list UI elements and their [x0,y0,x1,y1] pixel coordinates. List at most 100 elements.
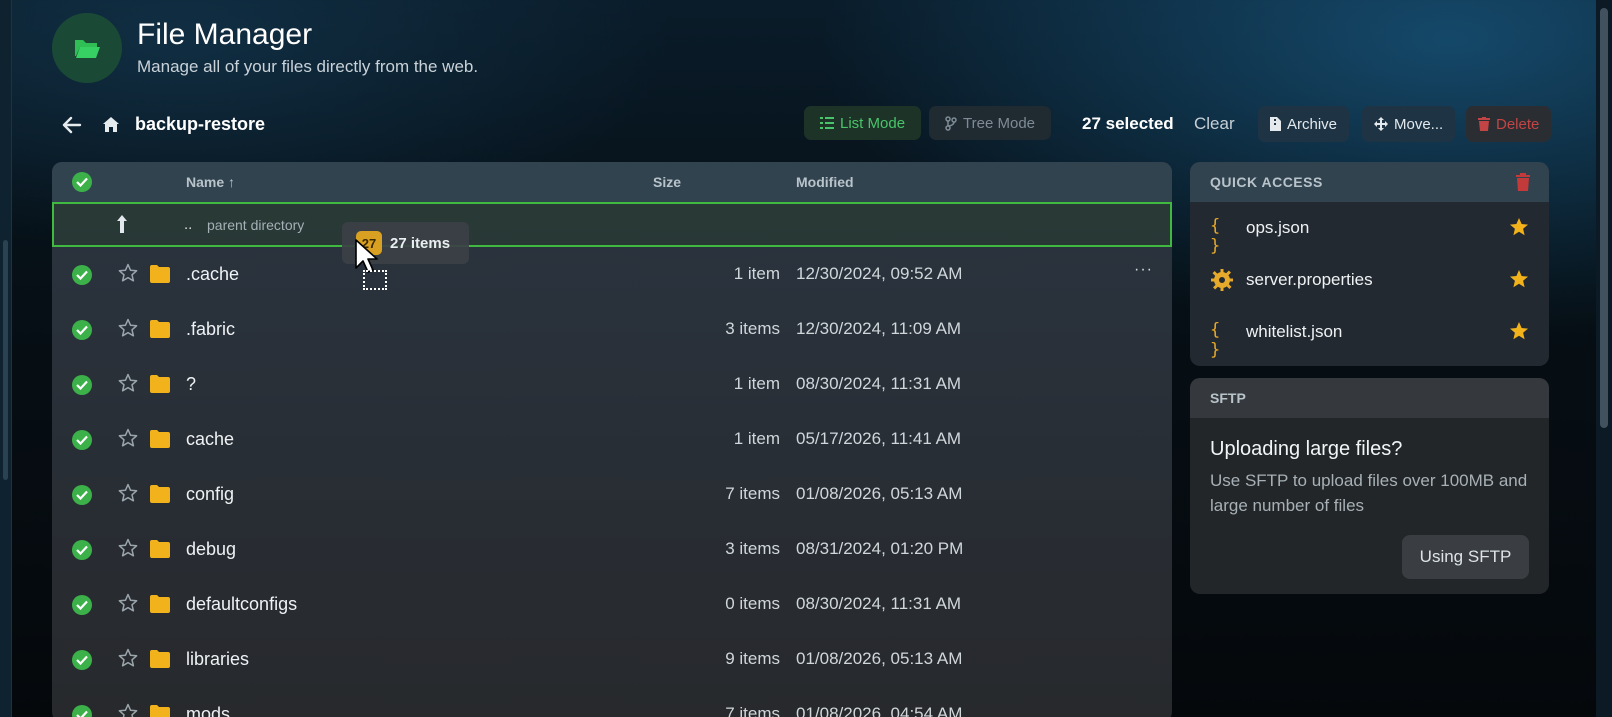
star-outline-icon[interactable] [118,648,138,668]
star-filled-icon[interactable] [1509,321,1529,341]
json-braces-icon: { } [1210,216,1221,256]
mouse-cursor-icon [355,239,378,273]
page-subtitle: Manage all of your files directly from t… [137,57,479,76]
file-size: 1 item [733,374,780,393]
file-name[interactable]: config [186,484,234,505]
list-mode-button[interactable]: List Mode [804,106,922,140]
folder-icon [150,705,170,717]
side-scrollbar-thumb[interactable] [3,240,8,480]
file-modified: 01/08/2026, 05:13 AM [796,484,963,503]
quick-access-header: QUICK ACCESS [1190,162,1549,202]
drag-drop-indicator [363,270,387,290]
star-outline-icon[interactable] [118,538,138,558]
file-table: Name ↑ Size Modified .. parent directory… [52,162,1172,717]
clear-selection-button[interactable]: Clear [1194,114,1235,134]
file-modified: 12/30/2024, 09:52 AM [796,264,963,283]
table-header: Name ↑ Size Modified [52,162,1172,202]
trash-icon[interactable] [1515,173,1531,191]
quick-access-item-server-properties[interactable]: server.properties [1190,254,1549,306]
home-icon[interactable] [100,113,122,135]
list-icon [820,117,834,129]
name-column-header[interactable]: Name ↑ [186,174,235,190]
page-scrollbar-thumb[interactable] [1600,8,1608,428]
delete-button[interactable]: Delete [1466,106,1552,142]
file-name[interactable]: ? [186,374,196,395]
row-checkbox[interactable] [72,595,92,615]
row-checkbox[interactable] [72,705,92,717]
row-checkbox[interactable] [72,485,92,505]
quick-access-label: ops.json [1246,218,1310,237]
more-actions-icon[interactable]: ··· [1134,261,1158,283]
quick-access-label: whitelist.json [1246,322,1343,341]
file-name[interactable]: debug [186,539,236,560]
page-title: File Manager [137,18,313,51]
star-outline-icon[interactable] [118,318,138,338]
quick-access-panel: QUICK ACCESS { } ops.json server.propert… [1190,162,1549,366]
star-outline-icon[interactable] [118,593,138,613]
file-size: 1 item [733,429,780,448]
file-name[interactable]: cache [186,429,234,450]
gear-icon [1211,269,1233,291]
star-outline-icon[interactable] [118,703,138,717]
breadcrumb-current[interactable]: backup-restore [135,114,265,135]
move-button[interactable]: Move... [1362,106,1456,142]
row-checkbox[interactable] [72,375,92,395]
list-mode-label: List Mode [840,114,906,132]
row-checkbox[interactable] [72,650,92,670]
side-panel-edge [0,0,12,717]
file-size: 1 item [733,264,780,283]
table-row[interactable]: .cache 1 item 12/30/2024, 09:52 AM ··· [52,247,1172,302]
star-outline-icon[interactable] [118,373,138,393]
file-name[interactable]: mods [186,704,230,717]
size-column-header[interactable]: Size [653,174,681,190]
star-outline-icon[interactable] [118,483,138,503]
tree-mode-button[interactable]: Tree Mode [929,106,1052,140]
folder-icon [150,595,170,613]
modified-column-header[interactable]: Modified [796,174,854,190]
folder-icon [150,430,170,448]
page-scrollbar[interactable] [1596,0,1612,717]
star-outline-icon[interactable] [118,263,138,283]
using-sftp-button[interactable]: Using SFTP [1402,535,1529,579]
file-name[interactable]: .fabric [186,319,235,340]
table-row[interactable]: .fabric 3 items 12/30/2024, 11:09 AM [52,302,1172,357]
star-filled-icon[interactable] [1509,217,1529,237]
file-modified: 08/30/2024, 11:31 AM [796,374,962,393]
sftp-header: SFTP [1190,378,1549,418]
table-row[interactable]: cache 1 item 05/17/2026, 11:41 AM [52,412,1172,467]
file-modified: 08/30/2024, 11:31 AM [796,594,962,613]
archive-label: Archive [1287,115,1338,133]
tree-mode-label: Tree Mode [963,114,1036,132]
row-checkbox[interactable] [72,540,92,560]
table-row[interactable]: libraries 9 items 01/08/2026, 05:13 AM [52,632,1172,687]
file-size: 3 items [725,539,780,558]
row-checkbox[interactable] [72,320,92,340]
parent-directory-row[interactable]: .. parent directory [52,202,1172,247]
select-all-checkbox[interactable] [72,172,92,192]
row-checkbox[interactable] [72,265,92,285]
star-filled-icon[interactable] [1509,269,1529,289]
back-arrow-icon[interactable] [60,113,84,137]
quick-access-item-ops-json[interactable]: { } ops.json [1190,202,1549,256]
folder-icon [150,485,170,503]
table-row[interactable]: mods 7 items 01/08/2026, 04:54 AM [52,687,1172,717]
table-row[interactable]: ? 1 item 08/30/2024, 11:31 AM [52,357,1172,412]
table-row[interactable]: defaultconfigs 0 items 08/30/2024, 11:31 A… [52,577,1172,632]
arrows-move-icon [1374,117,1388,131]
table-row[interactable]: debug 3 items 08/31/2024, 01:20 PM [52,522,1172,577]
file-name[interactable]: libraries [186,649,249,670]
file-name[interactable]: .cache [186,264,239,285]
folder-icon [150,650,170,668]
row-checkbox[interactable] [72,430,92,450]
folder-icon [150,540,170,558]
quick-access-item-whitelist-json[interactable]: { } whitelist.json [1190,306,1549,360]
table-row[interactable]: config 7 items 01/08/2026, 05:13 AM [52,467,1172,522]
drag-label: 27 items [390,234,451,252]
star-outline-icon[interactable] [118,428,138,448]
file-size: 9 items [725,649,780,668]
file-size: 7 items [725,484,780,503]
file-name[interactable]: defaultconfigs [186,594,297,615]
sftp-panel: SFTP Uploading large files? Use SFTP to … [1190,378,1549,594]
sftp-heading: Uploading large files? [1210,438,1403,460]
archive-button[interactable]: Archive [1258,106,1350,142]
